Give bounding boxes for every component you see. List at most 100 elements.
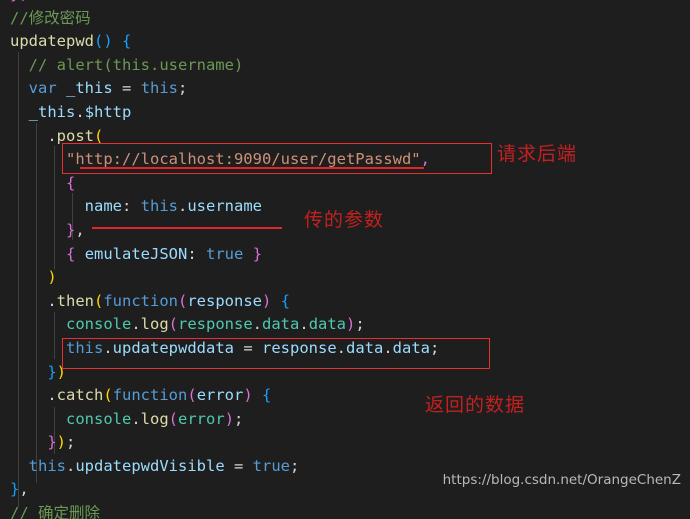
code-token: updatepwd (10, 32, 94, 51)
code-token: . (10, 291, 57, 310)
code-token: . (299, 315, 309, 334)
code-token: log (140, 315, 169, 334)
code-token: . (103, 338, 113, 357)
code-line[interactable]: // 确定删除 (0, 502, 690, 519)
code-token: true (206, 244, 244, 263)
code-token: ) (262, 291, 272, 310)
code-token: this (66, 338, 104, 357)
code-token: emulateJSON (84, 244, 188, 263)
code-editor-screenshot: })//修改密码updatepwd() { // alert(this.user… (0, 0, 690, 519)
code-line[interactable]: .post( (0, 125, 690, 149)
code-token: // 确定删除 (10, 504, 100, 519)
code-token: ( (94, 126, 104, 145)
code-token: updatepwdVisible (75, 456, 225, 475)
code-line[interactable]: var _this = this; (0, 77, 690, 101)
code-token: data (262, 315, 300, 334)
code-token: : (187, 244, 207, 263)
code-line[interactable]: console.log(error); (0, 408, 690, 432)
code-token: log (140, 409, 169, 428)
code-line[interactable]: //修改密码 (0, 7, 690, 31)
code-line[interactable]: }); (0, 431, 690, 455)
code-token: = (234, 338, 262, 357)
code-token: ( (178, 291, 188, 310)
code-token: ) (47, 268, 57, 287)
code-line[interactable]: { emulateJSON: true } (0, 243, 690, 267)
code-line[interactable]: }, (0, 219, 690, 243)
code-token: () (94, 32, 113, 51)
code-token: $http (84, 102, 132, 121)
code-token: ; (289, 456, 300, 475)
code-token: . (10, 386, 57, 405)
code-token: ) (243, 386, 253, 405)
code-token: . (177, 197, 188, 216)
code-line[interactable]: }) (0, 0, 690, 7)
code-line[interactable]: console.log(response.data.data); (0, 313, 690, 337)
code-token: ( (168, 409, 179, 428)
code-line[interactable]: _this.$http (0, 101, 690, 125)
code-token: ; (430, 338, 440, 357)
code-token: var (28, 79, 57, 98)
code-token: ) (346, 315, 356, 334)
code-line[interactable]: }) (0, 361, 690, 385)
code-token: . (75, 102, 85, 121)
code-token: ( (187, 386, 197, 405)
code-token: data (308, 315, 347, 334)
code-token: ; (178, 79, 188, 98)
code-token: . (383, 338, 393, 357)
code-token: // alert(this.username) (28, 55, 244, 74)
code-token: name (84, 197, 122, 216)
code-line[interactable]: .then(function(response) { (0, 290, 690, 314)
code-token: this (140, 79, 179, 98)
code-token: this (140, 197, 178, 216)
code-token: { (122, 32, 132, 51)
code-token: } (252, 244, 263, 263)
code-line[interactable]: // alert(this.username) (0, 54, 690, 78)
code-token: ( (168, 315, 179, 334)
code-line[interactable]: name: this.username (0, 195, 690, 219)
code-token: ) (56, 433, 67, 452)
code-line[interactable]: updatepwd() { (0, 30, 690, 54)
code-token: function (112, 386, 188, 405)
code-token: then (56, 291, 94, 310)
code-token: . (336, 338, 346, 357)
code-token: { (280, 291, 291, 310)
code-line[interactable]: ) (0, 266, 690, 290)
code-lines[interactable]: })//修改密码updatepwd() { // alert(this.user… (0, 0, 690, 519)
code-token: response (262, 338, 337, 357)
code-token: { (66, 173, 76, 192)
code-token: . (131, 315, 141, 334)
code-line[interactable]: this.updatepwddata = response.data.data; (0, 337, 690, 361)
code-line[interactable]: "http://localhost:9090/user/getPasswd", (0, 148, 690, 172)
code-token: ) (56, 362, 67, 381)
code-token: , (19, 480, 29, 499)
code-token: ( (94, 291, 104, 310)
code-line[interactable]: .catch(function(error) { (0, 384, 690, 408)
code-token: ) (224, 409, 235, 428)
code-token: = (112, 79, 141, 98)
code-token: console (66, 409, 132, 428)
blog-watermark: https://blog.csdn.net/OrangeChenZ (442, 472, 681, 489)
code-token: error (178, 409, 225, 428)
code-token: error (196, 386, 244, 405)
code-token: updatepwddata (112, 338, 234, 357)
code-token: }) (10, 0, 29, 3)
code-line[interactable]: { (0, 172, 690, 196)
code-token: . (66, 456, 76, 475)
code-token: function (103, 291, 178, 310)
code-token: : (121, 197, 141, 216)
code-token: data (392, 338, 430, 357)
code-token: } (10, 480, 20, 499)
